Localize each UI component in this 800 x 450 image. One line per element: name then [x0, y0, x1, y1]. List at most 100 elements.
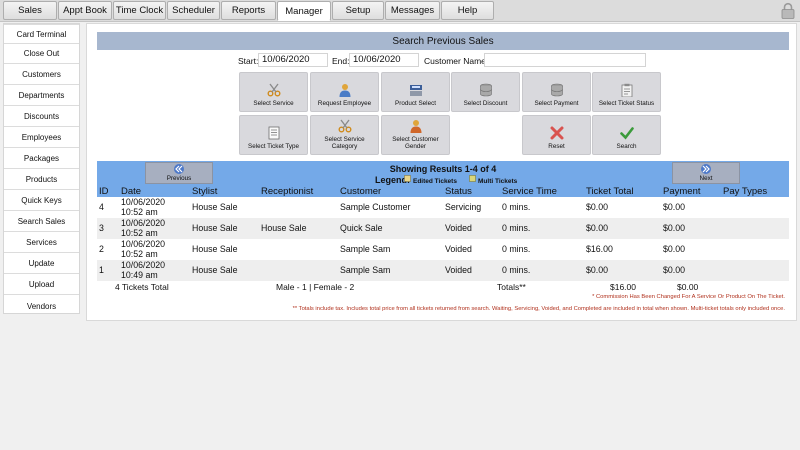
sidebar-item-quick-keys[interactable]: Quick Keys — [4, 191, 79, 211]
select-service-button[interactable]: Select Service — [239, 72, 308, 112]
row-ticket-total: $0.00 — [586, 265, 609, 275]
next-button[interactable]: Next — [672, 162, 740, 184]
sidebar-item-customers[interactable]: Customers — [4, 65, 79, 85]
customer-name-input[interactable] — [484, 53, 646, 67]
tab-help[interactable]: Help — [441, 1, 494, 20]
sidebar-item-upload[interactable]: Upload — [4, 275, 79, 295]
sidebar-item-products[interactable]: Products — [4, 170, 79, 190]
row-id: 3 — [99, 223, 104, 233]
column-header-receptionist[interactable]: Receptionist — [261, 186, 313, 197]
sidebar-item-discounts[interactable]: Discounts — [4, 107, 79, 127]
product-select-label: Product Select — [395, 100, 436, 107]
product-select-button[interactable]: Product Select — [381, 72, 450, 112]
commission-note: * Commission Has Been Changed For A Serv… — [592, 294, 785, 300]
sidebar-item-services[interactable]: Services — [4, 233, 79, 253]
previous-label: Previous — [166, 175, 192, 182]
multi-ticket-icon — [469, 175, 476, 182]
select-service-category-button[interactable]: Select Service Category — [310, 115, 379, 155]
table-row[interactable]: 1 10/06/2020 10:49 am House Sale Sample … — [97, 260, 789, 281]
search-label: Search — [616, 143, 637, 150]
select-ticket-type-label: Select Ticket Type — [248, 143, 299, 150]
column-header-service-time[interactable]: Service Time — [502, 186, 557, 197]
sidebar-item-close-out[interactable]: Close Out — [4, 44, 79, 64]
column-header-stylist[interactable]: Stylist — [192, 186, 217, 197]
sidebar-item-vendors[interactable]: Vendors — [4, 296, 79, 316]
row-stylist: House Sale — [192, 202, 238, 212]
row-stylist: House Sale — [192, 244, 238, 254]
row-service-time: 0 mins. — [502, 244, 531, 254]
totals-payment: $0.00 — [677, 282, 699, 292]
row-date: 10/06/2020 — [121, 197, 166, 207]
table-row[interactable]: 3 10/06/2020 10:52 am House Sale House S… — [97, 218, 789, 239]
row-customer: Quick Sale — [340, 223, 383, 233]
row-ticket-total: $0.00 — [586, 202, 609, 212]
select-customer-gender-label: Select Customer Gender — [392, 136, 439, 150]
sidebar-item-employees[interactable]: Employees — [4, 128, 79, 148]
end-date-input[interactable]: 10/06/2020 — [349, 53, 419, 67]
select-ticket-status-button[interactable]: Select Ticket Status — [592, 72, 661, 112]
row-payment: $0.00 — [663, 223, 686, 233]
scissors-icon — [267, 83, 280, 97]
row-stylist: House Sale — [192, 265, 238, 275]
column-header-ticket-total[interactable]: Ticket Total — [586, 186, 634, 197]
sidebar-item-departments[interactable]: Departments — [4, 86, 79, 106]
row-payment: $0.00 — [663, 265, 686, 275]
person-icon — [339, 84, 350, 97]
row-id: 2 — [99, 244, 104, 254]
row-service-time: 0 mins. — [502, 202, 531, 212]
clipboard-icon — [621, 83, 632, 97]
select-ticket-type-button[interactable]: Select Ticket Type — [239, 115, 308, 155]
row-date: 10/06/2020 — [121, 239, 166, 249]
column-header-date[interactable]: Date — [121, 186, 141, 197]
start-date-input[interactable]: 10/06/2020 — [258, 53, 328, 67]
row-customer: Sample Sam — [340, 244, 391, 254]
page-title: Search Previous Sales — [97, 32, 789, 50]
select-payment-button[interactable]: Select Payment — [522, 72, 591, 112]
sidebar-item-packages[interactable]: Packages — [4, 149, 79, 169]
sidebar-item-search-sales[interactable]: Search Sales — [4, 212, 79, 232]
lock-icon[interactable] — [781, 2, 795, 19]
tab-time-clock[interactable]: Time Clock — [113, 1, 166, 20]
row-date: 10/06/2020 — [121, 260, 166, 270]
reset-button[interactable]: Reset — [522, 115, 591, 155]
column-header-pay-types[interactable]: Pay Types — [723, 186, 767, 197]
search-previous-sales-panel: Search Previous Sales Start: 10/06/2020 … — [86, 23, 797, 321]
row-customer: Sample Customer — [340, 202, 411, 212]
sidebar-item-update[interactable]: Update — [4, 254, 79, 274]
tab-scheduler[interactable]: Scheduler — [167, 1, 220, 20]
register-icon — [409, 85, 422, 96]
select-customer-gender-button[interactable]: Select Customer Gender — [381, 115, 450, 155]
sidebar-item-card-terminal[interactable]: Card Terminal — [4, 24, 79, 44]
row-receptionist: House Sale — [261, 223, 307, 233]
end-date-label: End: — [332, 56, 350, 66]
row-id: 1 — [99, 265, 104, 275]
row-time: 10:52 am — [121, 228, 158, 238]
table-row[interactable]: 4 10/06/2020 10:52 am House Sale Sample … — [97, 197, 789, 218]
column-header-customer[interactable]: Customer — [340, 186, 381, 197]
gender-breakdown: Male - 1 | Female - 2 — [276, 282, 355, 292]
tab-setup[interactable]: Setup — [332, 1, 384, 20]
search-button[interactable]: Search — [592, 115, 661, 155]
row-status: Voided — [445, 265, 472, 275]
totals-ticket-total: $16.00 — [610, 282, 636, 292]
column-header-status[interactable]: Status — [445, 186, 472, 197]
tab-reports[interactable]: Reports — [221, 1, 276, 20]
request-employee-label: Request Employee — [317, 100, 372, 107]
tab-sales[interactable]: Sales — [3, 1, 57, 20]
table-row[interactable]: 2 10/06/2020 10:52 am House Sale Sample … — [97, 239, 789, 260]
tab-appt-book[interactable]: Appt Book — [58, 1, 112, 20]
column-header-id[interactable]: ID — [99, 186, 109, 197]
scissors-icon — [338, 119, 351, 133]
top-nav: Sales Appt Book Time Clock Scheduler Rep… — [0, 0, 800, 22]
row-payment: $0.00 — [663, 244, 686, 254]
row-id: 4 — [99, 202, 104, 212]
row-service-time: 0 mins. — [502, 223, 531, 233]
check-icon — [619, 127, 634, 140]
request-employee-button[interactable]: Request Employee — [310, 72, 379, 112]
select-discount-button[interactable]: Select Discount — [451, 72, 520, 112]
tab-messages[interactable]: Messages — [385, 1, 440, 20]
column-header-payment[interactable]: Payment — [663, 186, 701, 197]
tab-manager[interactable]: Manager — [277, 1, 331, 21]
person-icon — [410, 120, 421, 133]
totals-note: ** Totals include tax. Includes total pr… — [292, 306, 785, 312]
